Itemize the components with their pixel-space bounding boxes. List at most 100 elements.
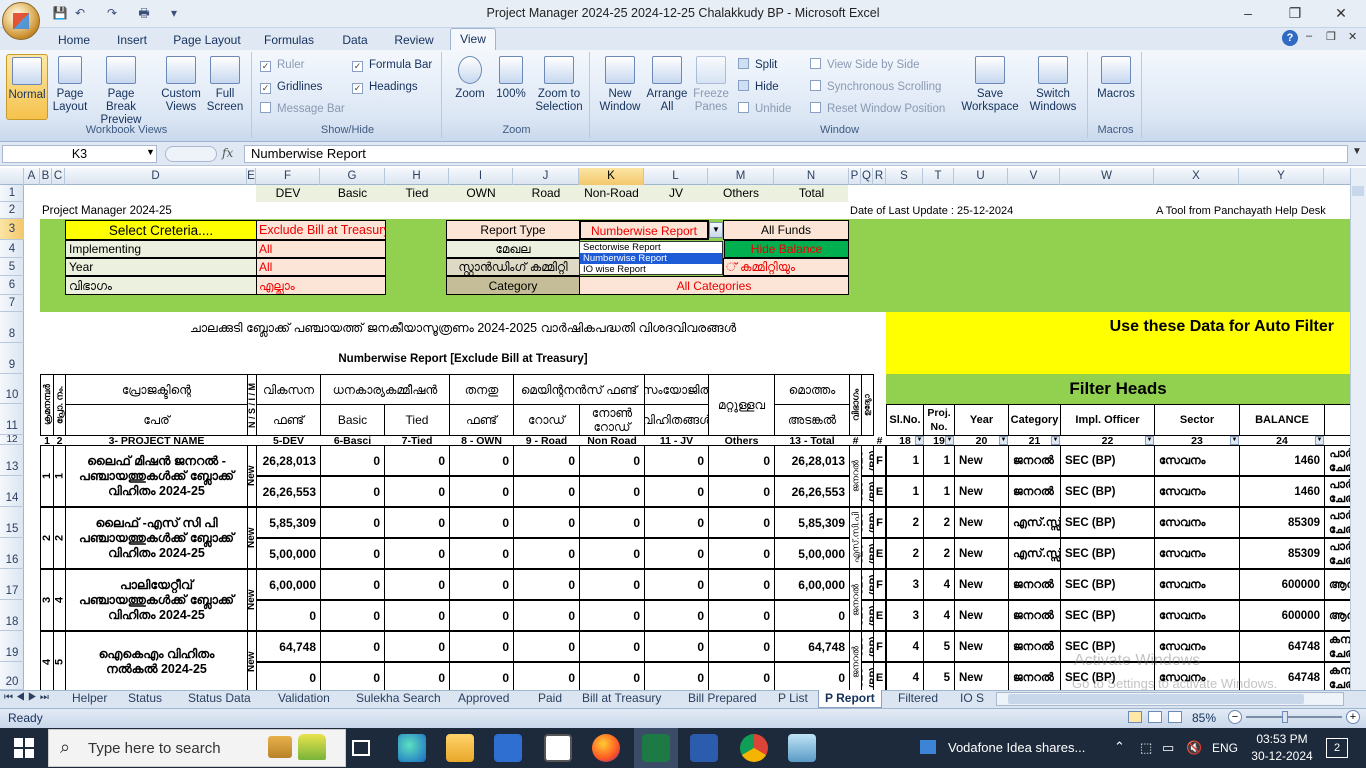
sheet-tab[interactable]: Bill Prepared xyxy=(682,690,763,708)
ruler-checkbox[interactable]: ✓ Ruler xyxy=(260,56,304,74)
filter-data-cell[interactable]: പാർ ചേര xyxy=(1324,538,1350,569)
amount-cell[interactable]: 0 xyxy=(708,538,775,569)
clock-date[interactable]: 30-12-2024 xyxy=(1246,749,1318,763)
zoom-in-icon[interactable]: + xyxy=(1346,710,1360,724)
custom-views-button[interactable]: Custom Views xyxy=(158,54,204,120)
row-header[interactable]: 7 xyxy=(0,295,24,312)
sheet-tab[interactable]: Approved xyxy=(452,690,515,708)
amount-cell[interactable]: 0 xyxy=(708,631,775,662)
windows-start-icon[interactable] xyxy=(14,738,34,758)
filter-data-cell[interactable]: 1 xyxy=(886,445,924,476)
notification-center-icon[interactable]: 2 xyxy=(1326,738,1348,758)
filter-data-cell[interactable]: 5 xyxy=(923,662,955,690)
filter-dropdown-icon[interactable]: ▼ xyxy=(1145,436,1154,445)
filter-data-cell[interactable]: New xyxy=(954,538,1009,569)
amount-cell[interactable]: 0 xyxy=(384,600,450,631)
filter-data-cell[interactable]: 1460 xyxy=(1239,476,1325,507)
amount-cell[interactable]: 0 xyxy=(384,445,450,476)
store-icon[interactable] xyxy=(494,734,522,762)
filter-data-cell[interactable]: എസ്.സ്സ് xyxy=(1008,507,1061,538)
amount-cell[interactable]: 0 xyxy=(449,507,514,538)
column-header[interactable]: P xyxy=(849,168,861,185)
word-icon[interactable] xyxy=(690,734,718,762)
filter-data-cell[interactable]: New xyxy=(954,569,1009,600)
amount-cell[interactable]: 0 xyxy=(256,662,321,690)
column-header[interactable]: I xyxy=(449,168,513,185)
minimize-icon[interactable]: – xyxy=(1236,4,1260,22)
amount-cell[interactable]: 0 xyxy=(644,631,709,662)
filter-data-cell[interactable]: ജനറൽ xyxy=(1008,445,1061,476)
amount-cell[interactable]: 0 xyxy=(644,507,709,538)
close-icon[interactable]: ✕ xyxy=(1329,4,1353,22)
amount-cell[interactable]: 26,26,553 xyxy=(256,476,321,507)
formula-expand-handle[interactable] xyxy=(165,146,217,162)
amount-cell[interactable]: 0 xyxy=(320,538,385,569)
filter-data-cell[interactable]: സേവനം xyxy=(1154,507,1240,538)
filter-data-cell[interactable]: 5 xyxy=(923,631,955,662)
filter-data-cell[interactable]: New xyxy=(954,600,1009,631)
filter-data-cell[interactable]: 2 xyxy=(886,507,924,538)
amount-cell[interactable]: 0 xyxy=(708,476,775,507)
amount-cell[interactable]: 0 xyxy=(644,445,709,476)
zoom-slider[interactable] xyxy=(1246,716,1342,718)
row-header[interactable]: 11 xyxy=(0,404,24,435)
zoom-slider-thumb[interactable] xyxy=(1282,711,1288,723)
filter-data-cell[interactable]: 3 xyxy=(886,569,924,600)
filter-data-cell[interactable]: 2 xyxy=(923,538,955,569)
filter-data-cell[interactable]: SEC (BP) xyxy=(1060,569,1155,600)
row-header[interactable]: 3 xyxy=(0,219,24,240)
filter-data-cell[interactable]: SEC (BP) xyxy=(1060,476,1155,507)
filter-data-cell[interactable]: ജനറൽ xyxy=(1008,631,1061,662)
amount-cell[interactable]: 64,748 xyxy=(256,631,321,662)
column-header[interactable]: K xyxy=(579,168,644,185)
sheet-tab[interactable]: Validation xyxy=(272,690,336,708)
tab-page-layout[interactable]: Page Layout xyxy=(168,32,246,50)
tab-view[interactable]: View xyxy=(450,28,496,50)
page-layout-view-button[interactable]: Page Layout xyxy=(50,54,90,120)
row-header[interactable]: 16 xyxy=(0,538,24,569)
firefox-icon[interactable] xyxy=(592,734,620,762)
unhide-button[interactable]: Unhide xyxy=(738,100,791,118)
filter-data-cell[interactable]: ജനറൽ xyxy=(1008,600,1061,631)
amount-cell[interactable]: 26,28,013 xyxy=(256,445,321,476)
amount-cell[interactable]: 0 xyxy=(384,631,450,662)
sheet-tab[interactable]: P List xyxy=(772,690,814,708)
network-icon[interactable]: ⬚ xyxy=(1140,740,1152,756)
column-header[interactable]: N xyxy=(774,168,849,185)
dropdown-arrow-icon[interactable]: ▼ xyxy=(709,222,723,238)
amount-cell[interactable]: 0 xyxy=(513,445,580,476)
amount-cell[interactable]: 0 xyxy=(449,600,514,631)
page-layout-status-icon[interactable] xyxy=(1148,711,1162,723)
filter-data-cell[interactable]: 600000 xyxy=(1239,569,1325,600)
filter-data-cell[interactable]: പാർ ചേര xyxy=(1324,476,1350,507)
column-header[interactable]: F xyxy=(256,168,320,185)
battery-icon[interactable]: ▭ xyxy=(1162,740,1174,756)
gridlines-checkbox[interactable]: ✓ Gridlines xyxy=(260,78,322,96)
column-header[interactable]: D xyxy=(65,168,247,185)
filter-data-cell[interactable]: SEC (BP) xyxy=(1060,445,1155,476)
filter-data-cell[interactable]: പാർ ചേര xyxy=(1324,445,1350,476)
amount-cell[interactable]: 0 xyxy=(774,662,850,690)
implementing-select[interactable]: All xyxy=(256,240,386,258)
tab-formulas[interactable]: Formulas xyxy=(256,32,322,50)
row-header[interactable]: 9 xyxy=(0,343,24,374)
filter-data-cell[interactable]: New xyxy=(954,631,1009,662)
amount-cell[interactable]: 0 xyxy=(256,600,321,631)
amount-cell[interactable]: 0 xyxy=(644,600,709,631)
amount-cell[interactable]: 0 xyxy=(708,507,775,538)
dropdown-option[interactable]: Sectorwise Report xyxy=(580,242,722,253)
zoom-out-icon[interactable]: − xyxy=(1228,710,1242,724)
amount-cell[interactable]: 0 xyxy=(579,476,645,507)
amount-cell[interactable]: 0 xyxy=(320,507,385,538)
row-header[interactable]: 12 xyxy=(0,435,24,445)
insert-function-icon[interactable]: fx xyxy=(222,146,242,162)
amount-cell[interactable]: 0 xyxy=(579,507,645,538)
amount-cell[interactable]: 0 xyxy=(579,569,645,600)
filter-data-cell[interactable]: സേവനം xyxy=(1154,600,1240,631)
filter-data-cell[interactable]: New xyxy=(954,662,1009,690)
filter-data-cell[interactable]: 4 xyxy=(886,631,924,662)
amount-cell[interactable]: 0 xyxy=(384,662,450,690)
column-header[interactable]: C xyxy=(52,168,65,185)
row-header[interactable]: 18 xyxy=(0,600,24,631)
horizontal-scroll-thumb[interactable] xyxy=(1008,694,1304,704)
